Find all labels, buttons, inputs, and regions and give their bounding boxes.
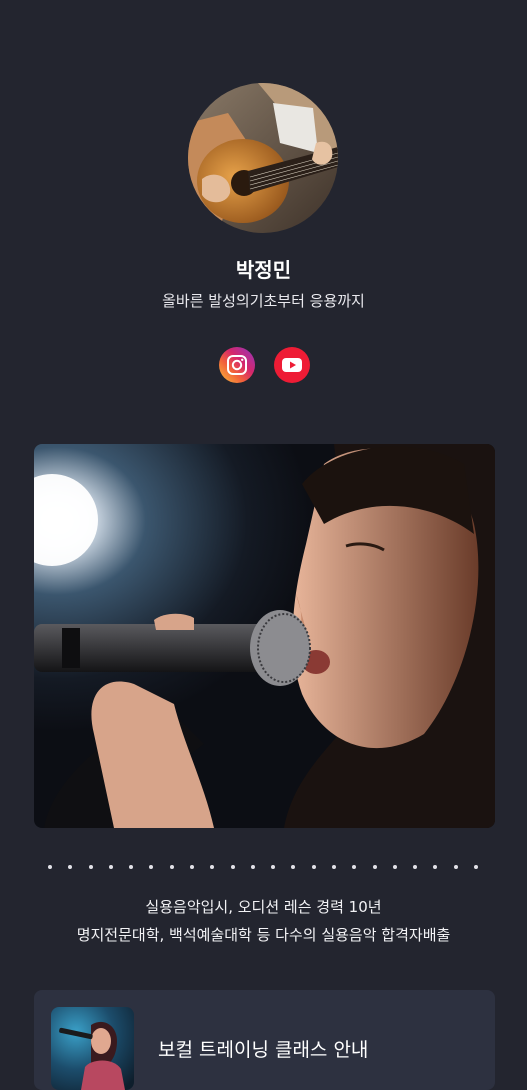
card-thumbnail-image bbox=[51, 1007, 134, 1090]
instagram-link[interactable] bbox=[219, 347, 255, 383]
bio-line-2: 명지전문대학, 백석예술대학 등 다수의 실용음악 합격자배출 bbox=[76, 926, 451, 944]
avatar-guitar-image bbox=[188, 83, 338, 233]
card-thumbnail bbox=[51, 1007, 134, 1090]
bio-line-1: 실용음악입시, 오디션 레슨 경력 10년 bbox=[145, 898, 382, 916]
card-title: 보컬 트레이닝 클래스 안내 bbox=[158, 1039, 369, 1061]
youtube-icon bbox=[282, 358, 302, 372]
profile-name: 박정민 bbox=[235, 258, 292, 282]
youtube-link[interactable] bbox=[274, 347, 310, 383]
singer-photo bbox=[34, 444, 495, 828]
avatar bbox=[188, 83, 338, 233]
instagram-icon bbox=[227, 355, 247, 375]
link-card-vocal-class[interactable]: 보컬 트레이닝 클래스 안내 bbox=[34, 990, 495, 1090]
dotted-divider bbox=[48, 863, 478, 871]
profile-tagline: 올바른 발성의기초부터 응용까지 bbox=[162, 292, 365, 310]
hero-singer-image bbox=[34, 444, 495, 828]
